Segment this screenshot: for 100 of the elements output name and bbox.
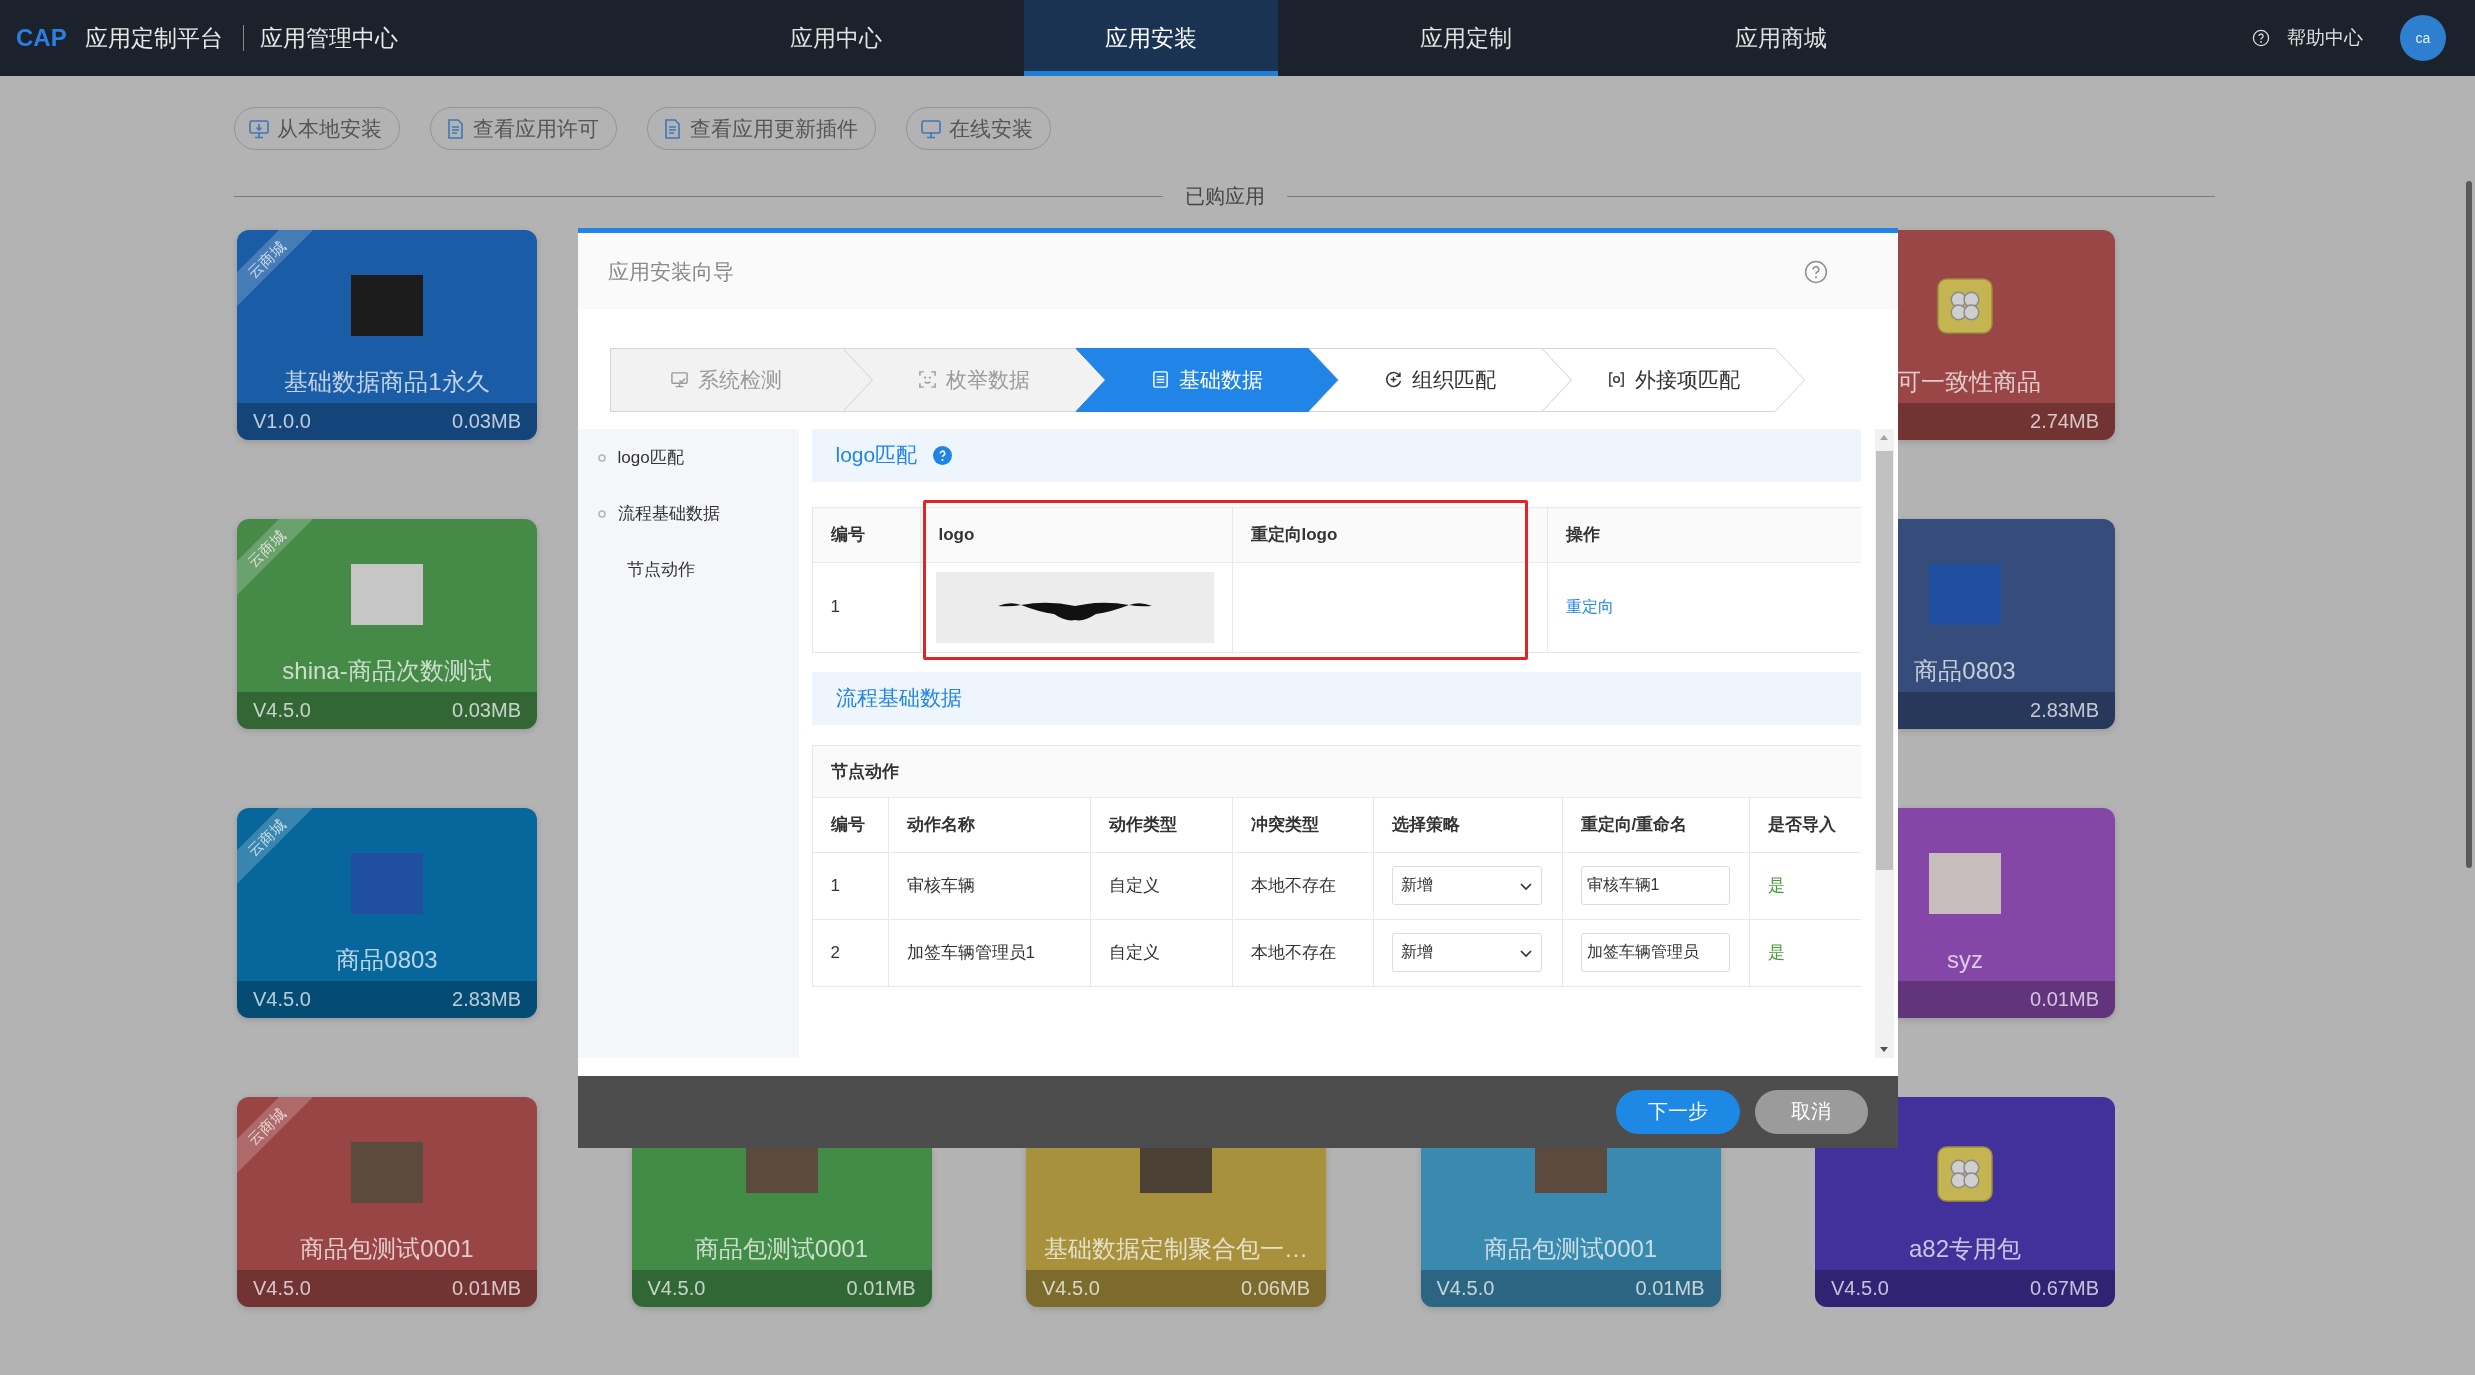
platform-title: 应用定制平台 — [84, 23, 223, 53]
size-label: 0.01MB — [2030, 988, 2099, 1011]
help-icon — [2252, 29, 2270, 47]
app-name: 基础数据定制聚合包一… — [1044, 1234, 1308, 1264]
column-header: 编号 — [812, 507, 920, 562]
next-button[interactable]: 下一步 — [1615, 1089, 1740, 1134]
bullet-icon — [597, 453, 606, 462]
app-card[interactable]: 云商城 shina-商品次数测试 V4.5.0 0.03MB — [237, 519, 537, 729]
nav-tab[interactable]: 应用商城 — [1654, 0, 1908, 76]
version-label: V4.5.0 — [647, 1277, 706, 1300]
side-nav-item[interactable]: 流程基础数据 — [577, 485, 799, 542]
size-label: 0.01MB — [846, 1277, 916, 1300]
column-header: 选择策略 — [1373, 797, 1562, 852]
app-name: 可一致性商品 — [1897, 367, 2041, 397]
strategy-select[interactable]: 新增 — [1391, 866, 1542, 905]
monitor-download-icon — [248, 117, 270, 140]
size-label: 2.83MB — [452, 988, 521, 1011]
scan-face-icon — [918, 370, 937, 389]
monitor-check-icon — [670, 370, 689, 389]
table-caption: 节点动作 — [812, 745, 1861, 797]
column-header: 重定向logo — [1232, 507, 1547, 562]
version-label: V1.0.0 — [253, 410, 311, 433]
nav-tab[interactable]: 应用中心 — [709, 0, 963, 76]
section-title: 流程基础数据 — [835, 685, 962, 711]
store-ribbon: 云商城 — [237, 808, 313, 884]
size-label: 0.03MB — [452, 410, 521, 433]
help-icon[interactable] — [1803, 259, 1828, 284]
list-icon — [1151, 370, 1170, 389]
app-card[interactable]: 商品0803 2.83MB — [1897, 519, 2115, 729]
store-ribbon: 云商城 — [237, 1097, 313, 1173]
scrollbar-track[interactable] — [1874, 428, 1894, 1058]
app-card[interactable]: 商品包测试0001 V4.5.0 0.01MB — [631, 1146, 932, 1307]
app-name: 商品包测试0001 — [694, 1234, 869, 1264]
app-card[interactable]: 商品包测试0001 V4.5.0 0.01MB — [1420, 1146, 1721, 1307]
table-cell: 1 — [812, 562, 920, 652]
bullet-icon — [597, 509, 606, 518]
version-label: V4.5.0 — [253, 988, 311, 1011]
store-ribbon: 云商城 — [237, 230, 313, 306]
column-header: 动作名称 — [888, 797, 1090, 852]
table-cell: 加签车辆管理员1 — [888, 919, 1090, 986]
size-label: 0.01MB — [1635, 1277, 1705, 1300]
version-label: V4.5.0 — [1042, 1277, 1100, 1300]
column-header: logo — [920, 507, 1232, 562]
scrollbar-thumb[interactable] — [1875, 450, 1893, 870]
size-label: 0.01MB — [452, 1277, 521, 1300]
version-label: V4.5.0 — [253, 699, 311, 722]
version-label: V4.5.0 — [1436, 1277, 1495, 1300]
rename-input[interactable]: 加签车辆管理员 — [1580, 933, 1730, 972]
column-header: 冲突类型 — [1232, 797, 1373, 852]
nav-tab[interactable]: 应用定制 — [1339, 0, 1593, 76]
app-name: a82专用包 — [1908, 1234, 2021, 1264]
table-cell: 本地不存在 — [1232, 919, 1373, 986]
table-cell: 本地不存在 — [1232, 852, 1373, 919]
store-ribbon: 云商城 — [237, 519, 313, 595]
wizard-step[interactable]: 外接项匹配 — [1541, 347, 1805, 412]
table-cell: 自定义 — [1090, 852, 1232, 919]
section-title: 应用管理中心 — [259, 23, 398, 53]
table-cell: 1 — [812, 852, 888, 919]
app-name: 基础数据商品1永久 — [284, 367, 490, 397]
rename-input[interactable]: 审核车辆1 — [1580, 866, 1730, 905]
column-header: 重定向/重命名 — [1562, 797, 1749, 852]
column-header: 动作类型 — [1090, 797, 1232, 852]
strategy-select[interactable]: 新增 — [1391, 933, 1542, 972]
column-header: 操作 — [1547, 507, 1861, 562]
column-header: 编号 — [812, 797, 888, 852]
app-name: syz — [1947, 946, 1983, 974]
clover-app-icon — [1937, 1146, 1993, 1202]
app-card[interactable]: 云商城 商品包测试0001 V4.5.0 0.01MB — [237, 1097, 537, 1307]
user-avatar[interactable]: ca — [2400, 15, 2446, 61]
size-label: 2.74MB — [2030, 410, 2099, 433]
app-name: 商品包测试0001 — [300, 1234, 474, 1264]
app-card[interactable]: 云商城 基础数据商品1永久 V1.0.0 0.03MB — [237, 230, 537, 440]
table-cell: 自定义 — [1090, 919, 1232, 986]
size-label: 0.67MB — [2030, 1277, 2099, 1300]
dialog-title: 应用安装向导 — [607, 258, 734, 285]
column-header: 是否导入 — [1749, 797, 1861, 852]
help-icon[interactable] — [933, 445, 953, 465]
app-card[interactable]: 可一致性商品 2.74MB — [1897, 230, 2115, 440]
version-label: V4.5.0 — [1831, 1277, 1889, 1300]
app-card[interactable]: a82专用包 V4.5.0 0.67MB — [1815, 1146, 2115, 1307]
app-name: 商品包测试0001 — [1483, 1234, 1658, 1264]
monitor-icon — [920, 117, 942, 140]
app-card[interactable]: 云商城 商品0803 V4.5.0 2.83MB — [237, 808, 537, 1018]
app-name: 商品0803 — [1914, 656, 2016, 686]
app-card[interactable]: syz 0.01MB — [1897, 808, 2115, 1018]
nav-tab[interactable]: 应用安装 — [1024, 0, 1278, 76]
section-heading: 已购应用 — [1183, 183, 1266, 209]
page-scrollbar-thumb[interactable] — [2466, 181, 2472, 868]
version-label: V4.5.0 — [253, 1277, 311, 1300]
side-nav-item[interactable]: 节点动作 — [577, 541, 799, 598]
size-label: 0.03MB — [452, 699, 521, 722]
clover-app-icon — [1937, 277, 1993, 334]
app-card[interactable]: 基础数据定制聚合包一… V4.5.0 0.06MB — [1026, 1146, 1326, 1307]
redirect-link[interactable]: 重定向 — [1565, 597, 1614, 615]
size-label: 0.06MB — [1241, 1277, 1310, 1300]
bracket-circle-icon — [1606, 370, 1626, 389]
side-nav-item[interactable]: logo匹配 — [577, 429, 799, 486]
section-title: logo匹配 — [835, 442, 918, 468]
size-label: 2.83MB — [2030, 699, 2099, 722]
help-center-link[interactable]: 帮助中心 — [2252, 25, 2363, 51]
